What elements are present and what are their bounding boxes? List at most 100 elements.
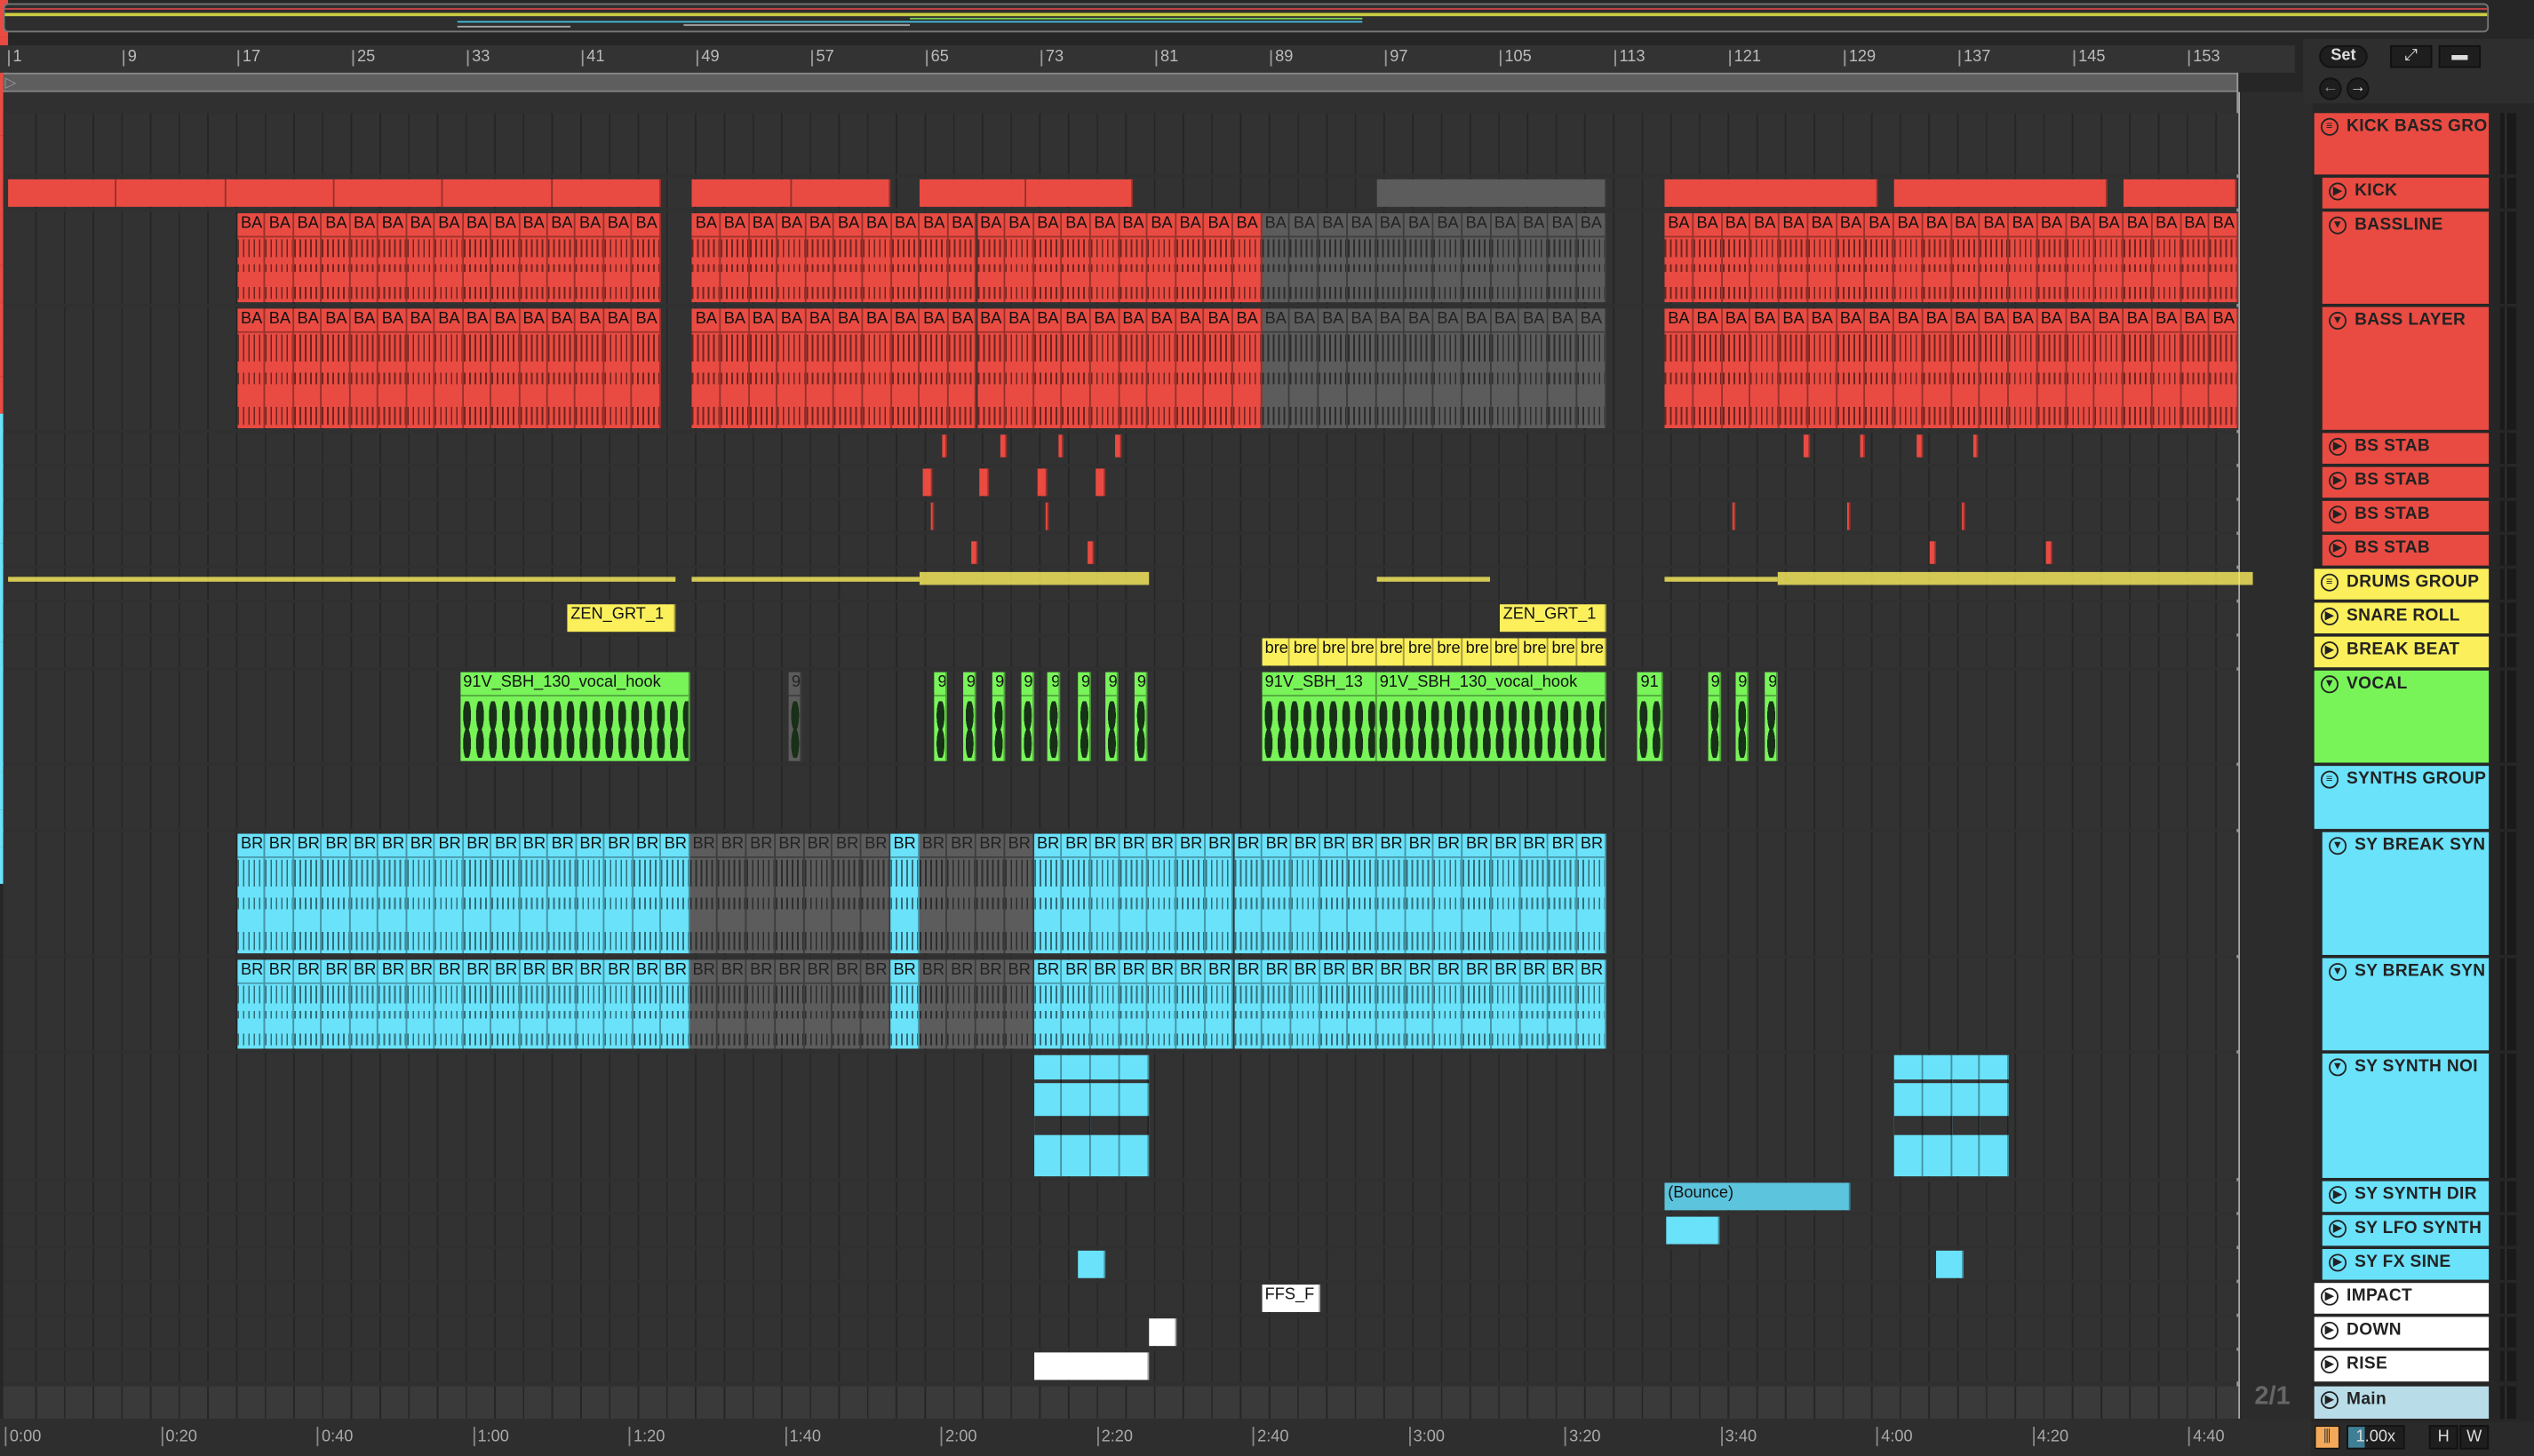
clip[interactable] <box>8 179 117 207</box>
clip[interactable]: BR <box>1491 959 1520 1049</box>
clip[interactable]: BA <box>1290 213 1319 303</box>
clip[interactable]: BA <box>434 308 464 429</box>
clip[interactable]: BA <box>1980 308 2010 429</box>
clip[interactable]: bre <box>1519 638 1549 666</box>
clip[interactable]: BR <box>804 959 833 1049</box>
time-ruler[interactable]: 0:00 0:20 0:40 1:00 1:20 1:40 2:00 2:20 2:40 3:00… <box>0 1418 2312 1456</box>
track-header[interactable]: ▶ SY LFO SYNTH <box>2322 1214 2490 1246</box>
track-header[interactable]: ▼ VOCAL <box>2314 670 2490 763</box>
clip[interactable]: BA <box>1548 308 1578 429</box>
track-header[interactable]: ▶ BS STAB <box>2322 535 2490 566</box>
track-lane[interactable]: BR BR BR BR BR BR BR BR BR BR BR BR BR BR BR BR BR BR BR BR… <box>3 958 2239 1051</box>
clip[interactable]: BA <box>632 308 661 429</box>
clip[interactable]: bre <box>1319 638 1348 666</box>
clip[interactable]: ZEN_GRT_1 <box>1499 604 1606 633</box>
clip[interactable]: BA <box>1062 308 1091 429</box>
clip[interactable]: BA <box>1347 213 1377 303</box>
clip[interactable]: BA <box>1980 213 2010 303</box>
clip[interactable]: BR <box>633 959 662 1049</box>
clip[interactable]: BA <box>2210 213 2239 303</box>
track-header[interactable]: ▶ SY SYNTH DIR <box>2322 1181 2490 1213</box>
clip[interactable]: BA <box>1433 308 1462 429</box>
clip[interactable]: BR <box>1548 959 1578 1049</box>
clip[interactable]: BA <box>2066 308 2095 429</box>
clip[interactable]: FFS_F <box>1261 1285 1321 1312</box>
clip[interactable]: BR <box>407 959 435 1049</box>
track-header[interactable]: ≡ KICK BASS GRO <box>2314 113 2490 175</box>
clip[interactable]: BA <box>1577 213 1606 303</box>
clip[interactable]: BR <box>746 833 776 954</box>
time-signature[interactable]: 2/1 <box>2254 1383 2290 1412</box>
clip[interactable]: BA <box>1923 213 1952 303</box>
clip[interactable] <box>1804 434 1810 458</box>
clip[interactable]: 9 <box>992 672 1005 761</box>
clip[interactable] <box>1860 434 1866 458</box>
zoom-readout[interactable]: 1.00x <box>2347 1425 2405 1450</box>
clip[interactable] <box>922 468 934 497</box>
clip[interactable]: BA <box>1722 213 1751 303</box>
clip[interactable]: BA <box>463 213 492 303</box>
clip[interactable]: BR <box>1348 833 1377 954</box>
clip[interactable]: 9 <box>1734 672 1749 761</box>
track-lane[interactable]: BA BA BA BA BA BA BA BA BA BA BA BA BA BA BA BA BA BA BA BA… <box>3 211 2239 304</box>
clip[interactable]: BR <box>1376 959 1406 1049</box>
track-lane[interactable] <box>3 535 2239 566</box>
clip[interactable]: bre <box>1548 638 1578 666</box>
track-lane[interactable] <box>3 433 2239 465</box>
clip[interactable]: BR <box>1577 833 1606 954</box>
clip[interactable]: BR <box>1176 833 1206 954</box>
clip[interactable]: BA <box>1722 308 1751 429</box>
clip[interactable]: BR <box>1462 959 1492 1049</box>
clip[interactable]: BA <box>891 213 920 303</box>
play-icon[interactable]: ▶ <box>2320 1321 2339 1340</box>
clip[interactable]: BA <box>2124 308 2153 429</box>
clip[interactable]: BR <box>1005 959 1034 1049</box>
clip[interactable] <box>1038 468 1048 497</box>
clip[interactable]: BA <box>721 213 750 303</box>
clip[interactable] <box>1045 502 1050 530</box>
clip[interactable]: BA <box>1119 213 1148 303</box>
clip[interactable]: BA <box>266 308 294 429</box>
clip[interactable]: 91 <box>1637 672 1663 761</box>
clip[interactable]: BA <box>1204 308 1233 429</box>
clip[interactable] <box>442 179 553 207</box>
clip[interactable] <box>1951 1054 1980 1177</box>
clip[interactable]: BA <box>379 308 407 429</box>
play-icon[interactable]: ▶ <box>2320 607 2339 625</box>
clip[interactable] <box>1062 1054 1091 1177</box>
clip[interactable] <box>941 434 948 458</box>
track-lane[interactable] <box>3 113 2239 175</box>
back-button[interactable]: ← <box>2319 77 2342 100</box>
clip[interactable]: BA <box>434 213 464 303</box>
clip[interactable]: BR <box>266 833 294 954</box>
clip[interactable]: BA <box>406 308 435 429</box>
clip[interactable]: BR <box>1462 833 1492 954</box>
clip[interactable]: BA <box>1664 308 1693 429</box>
clip[interactable]: BA <box>1693 213 1723 303</box>
clip[interactable] <box>1961 502 1966 530</box>
clip[interactable]: BA <box>1462 308 1492 429</box>
clip[interactable]: BR <box>1148 833 1177 954</box>
track-lane[interactable] <box>3 1214 2239 1246</box>
track-lane[interactable]: 91V_SBH_130_vocal_hook 9 9 9 9 9 9 9 9 9 91V_SBH_1… <box>3 670 2239 763</box>
clip[interactable]: BA <box>692 308 721 429</box>
clip[interactable]: BA <box>777 213 807 303</box>
clip[interactable]: 9 <box>1105 672 1119 761</box>
clip[interactable]: BR <box>350 959 379 1049</box>
clip[interactable]: BR <box>804 833 833 954</box>
clip[interactable]: bre <box>1433 638 1462 666</box>
group-clip-overview[interactable] <box>1376 577 1490 582</box>
clip[interactable]: BA <box>920 308 949 429</box>
clip[interactable]: BA <box>920 213 949 303</box>
clip[interactable]: 91V_SBH_13 <box>1261 672 1377 761</box>
clip[interactable]: BA <box>1750 213 1780 303</box>
clip[interactable]: BR <box>1205 833 1234 954</box>
clip[interactable]: BA <box>1779 308 1809 429</box>
clip[interactable]: bre <box>1491 638 1520 666</box>
clip[interactable]: BA <box>1376 308 1406 429</box>
clip[interactable] <box>1148 1318 1177 1347</box>
group-clip-overview[interactable] <box>8 577 675 582</box>
track-header[interactable]: ▶ SY FX SINE <box>2322 1249 2490 1280</box>
clip[interactable]: BR <box>322 833 351 954</box>
lock-button[interactable]: ▬ <box>2438 44 2482 68</box>
